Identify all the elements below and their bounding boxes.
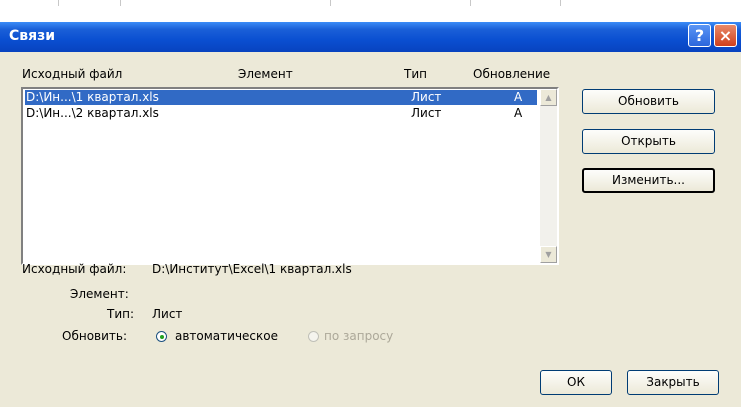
- auto-update-radio[interactable]: [156, 331, 167, 342]
- element-label: Элемент:: [70, 287, 129, 301]
- row-update: А: [514, 90, 523, 104]
- column-header-type: Тип: [404, 67, 427, 81]
- list-scrollbar[interactable]: ▲ ▼: [540, 89, 557, 263]
- grid-tick: [470, 0, 471, 6]
- grid-tick: [560, 0, 561, 6]
- close-window-button[interactable]: ×: [714, 24, 737, 47]
- manual-update-label: по запросу: [324, 329, 394, 343]
- source-file-label: Исходный файл:: [22, 262, 127, 276]
- column-header-update: Обновление: [473, 67, 551, 81]
- help-button[interactable]: ?: [688, 24, 711, 47]
- source-file-value: D:\Институт\Excel\1 квартал.xls: [152, 262, 352, 276]
- close-icon: ×: [718, 26, 733, 45]
- row-update: А: [514, 106, 523, 120]
- scroll-up-icon[interactable]: ▲: [540, 89, 557, 106]
- update-now-button[interactable]: Обновить: [582, 89, 715, 114]
- open-source-button[interactable]: Открыть: [582, 129, 715, 154]
- type-value: Лист: [152, 307, 183, 321]
- scroll-down-icon[interactable]: ▼: [540, 246, 557, 263]
- background-strip: [0, 0, 741, 22]
- manual-update-radio: [308, 331, 319, 342]
- grid-tick: [58, 0, 59, 6]
- type-label: Тип:: [107, 307, 135, 321]
- list-item[interactable]: D:\Ин...\2 квартал.xls Лист А: [25, 106, 537, 121]
- links-list[interactable]: D:\Ин...\1 квартал.xls Лист А D:\Ин...\2…: [21, 87, 559, 265]
- grid-tick: [120, 0, 121, 6]
- list-item[interactable]: D:\Ин...\1 квартал.xls Лист А: [25, 90, 537, 105]
- title-bar[interactable]: Связи ? ×: [0, 22, 741, 52]
- help-icon: ?: [694, 26, 705, 45]
- row-type: Лист: [411, 106, 442, 120]
- row-source: D:\Ин...\1 квартал.xls: [26, 90, 159, 104]
- update-mode-label: Обновить:: [62, 329, 128, 343]
- ok-button[interactable]: ОК: [540, 370, 612, 395]
- close-button[interactable]: Закрыть: [627, 370, 719, 395]
- links-dialog: Связи ? × Исходный файл Элемент Тип Обно…: [0, 22, 741, 407]
- change-source-button[interactable]: Изменить...: [582, 168, 715, 193]
- grid-tick: [330, 0, 331, 6]
- row-type: Лист: [411, 90, 442, 104]
- column-header-source: Исходный файл: [22, 67, 123, 81]
- auto-update-label[interactable]: автоматическое: [175, 329, 278, 343]
- row-source: D:\Ин...\2 квартал.xls: [26, 106, 159, 120]
- column-header-element: Элемент: [238, 67, 293, 81]
- window-title: Связи: [9, 28, 56, 44]
